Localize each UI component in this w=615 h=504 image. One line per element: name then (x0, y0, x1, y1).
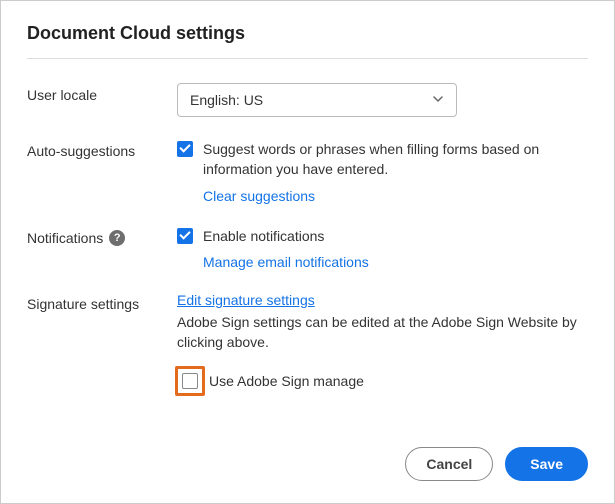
save-button[interactable]: Save (505, 447, 588, 481)
divider (27, 58, 588, 59)
settings-panel: Document Cloud settings User locale Engl… (0, 0, 615, 504)
label-notifications: Notifications ? (27, 226, 177, 246)
notifications-checkbox[interactable] (177, 228, 193, 244)
row-user-locale: User locale English: US (27, 83, 588, 117)
chevron-down-icon (432, 92, 444, 108)
label-notifications-text: Notifications (27, 230, 103, 246)
adobe-sign-manage-checkbox[interactable] (182, 373, 198, 389)
user-locale-value: English: US (190, 92, 263, 108)
notifications-text: Enable notifications (203, 226, 324, 246)
auto-suggestions-text: Suggest words or phrases when filling fo… (203, 139, 588, 180)
manage-email-link[interactable]: Manage email notifications (203, 254, 369, 270)
user-locale-select[interactable]: English: US (177, 83, 457, 117)
help-icon[interactable]: ? (109, 230, 125, 246)
row-auto-suggestions: Auto-suggestions Suggest words or phrase… (27, 139, 588, 204)
label-auto-suggestions: Auto-suggestions (27, 139, 177, 159)
auto-suggestions-checkbox[interactable] (177, 141, 193, 157)
row-notifications: Notifications ? Enable notifications Man… (27, 226, 588, 270)
label-user-locale: User locale (27, 83, 177, 103)
cancel-button[interactable]: Cancel (405, 447, 493, 481)
row-signature: Signature settings Edit signature settin… (27, 292, 588, 353)
adobe-sign-manage-text: Use Adobe Sign manage (209, 371, 364, 391)
label-signature: Signature settings (27, 292, 177, 312)
footer-buttons: Cancel Save (405, 447, 588, 481)
page-title: Document Cloud settings (27, 23, 588, 44)
highlight-box (175, 366, 205, 396)
edit-signature-link[interactable]: Edit signature settings (177, 292, 315, 308)
clear-suggestions-link[interactable]: Clear suggestions (203, 188, 315, 204)
row-adobe-sign-manage: Use Adobe Sign manage (175, 366, 588, 396)
signature-description: Adobe Sign settings can be edited at the… (177, 312, 588, 353)
